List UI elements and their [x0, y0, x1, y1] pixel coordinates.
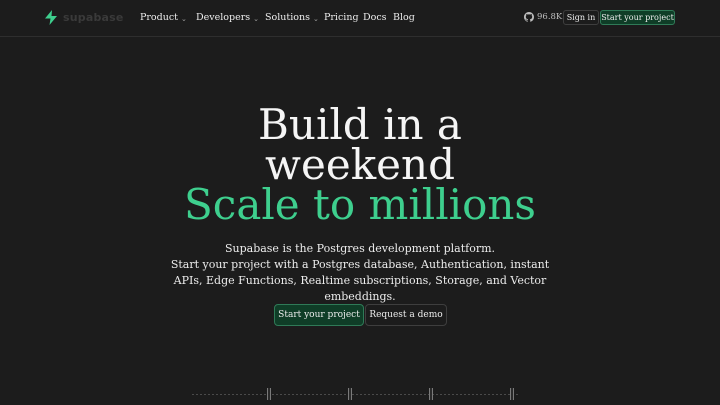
nav-item-blog[interactable]: Blog [393, 12, 415, 23]
brand-logo[interactable]: supabase [44, 10, 124, 25]
timeline-decoration [192, 386, 518, 402]
timeline-line [192, 394, 518, 395]
sign-in-button[interactable]: Sign in [563, 10, 599, 25]
nav-item-label: Docs [363, 12, 387, 23]
nav-item-label: Product [140, 12, 178, 23]
timeline-marker [429, 388, 433, 400]
hero-title-line-2: weekend [265, 140, 455, 189]
timeline-marker [348, 388, 352, 400]
github-icon [524, 12, 534, 22]
nav-item-label: Developers [196, 12, 251, 23]
hero-description-line-2: Start your project with a Postgres datab… [170, 258, 550, 303]
timeline-marker [267, 388, 271, 400]
nav-item-label: Pricing [324, 12, 359, 23]
chevron-down-icon: ⌄ [181, 14, 187, 23]
nav-item-solutions[interactable]: Solutions ⌄ [265, 12, 319, 23]
supabase-bolt-icon [45, 10, 57, 25]
nav-item-pricing[interactable]: Pricing [324, 12, 359, 23]
nav-item-product[interactable]: Product ⌄ [140, 12, 187, 23]
top-navigation: supabase Product ⌄ Developers ⌄ Solution… [0, 0, 720, 37]
github-star-count: 96.8K [537, 12, 563, 22]
start-project-nav-button[interactable]: Start your project [600, 10, 675, 25]
hero-description-line-1: Supabase is the Postgres development pla… [224, 242, 496, 255]
start-project-button[interactable]: Start your project [274, 304, 364, 326]
nav-item-docs[interactable]: Docs [363, 12, 387, 23]
nav-item-label: Solutions [265, 12, 310, 23]
github-stars-link[interactable]: 96.8K [524, 12, 562, 22]
hero-description: Supabase is the Postgres development pla… [170, 241, 550, 305]
nav-item-developers[interactable]: Developers ⌄ [196, 12, 259, 23]
request-demo-button[interactable]: Request a demo [365, 304, 447, 326]
hero-title-line-1: Build in a [258, 100, 462, 149]
chevron-down-icon: ⌄ [312, 14, 319, 23]
chevron-down-icon: ⌄ [253, 14, 259, 23]
nav-item-label: Blog [393, 12, 415, 23]
timeline-marker [510, 388, 514, 400]
hero-title-highlight: Scale to millions [184, 180, 536, 229]
brand-name: supabase [63, 11, 124, 24]
